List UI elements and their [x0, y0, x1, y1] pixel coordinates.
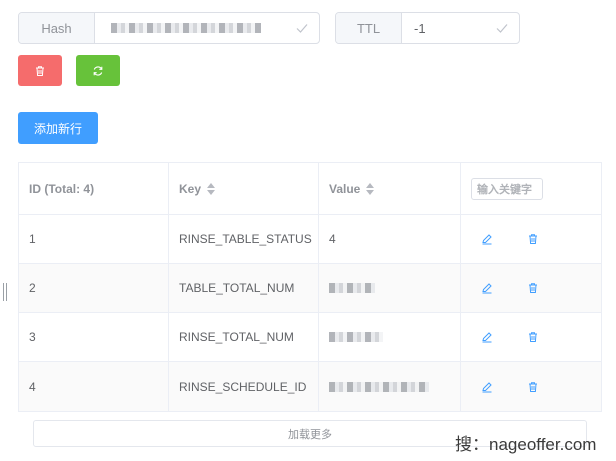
- value-redacted: [329, 381, 429, 392]
- table-row: 2 TABLE_TOTAL_NUM: [19, 264, 601, 313]
- watermark-text: 搜：nageoffer.com: [455, 435, 597, 454]
- hash-label: Hash: [19, 13, 95, 43]
- table-header-row: ID (Total: 4) Key Value 输入关键字: [19, 163, 601, 215]
- value-redacted: [329, 332, 383, 342]
- sort-icon[interactable]: [366, 182, 375, 195]
- row-key: RINSE_TABLE_STATUS: [169, 215, 319, 263]
- trash-icon[interactable]: [527, 282, 539, 294]
- row-id: 1: [19, 215, 169, 263]
- delete-key-button[interactable]: [18, 55, 62, 86]
- ttl-value: -1: [414, 20, 426, 36]
- row-key: RINSE_TOTAL_NUM: [169, 313, 319, 361]
- trash-icon[interactable]: [527, 381, 539, 393]
- hash-value-redacted: [111, 23, 261, 33]
- refresh-button[interactable]: [76, 55, 120, 86]
- add-row-button[interactable]: 添加新行: [18, 112, 98, 144]
- row-id: 3: [19, 313, 169, 361]
- check-icon: [496, 24, 508, 33]
- sort-icon[interactable]: [207, 182, 216, 195]
- header-key-label: Key: [179, 181, 202, 196]
- header-search: 输入关键字: [461, 163, 601, 214]
- row-actions: [461, 362, 601, 411]
- row-value: 4: [319, 215, 461, 263]
- row-actions: [461, 313, 601, 361]
- table-row: 4 RINSE_SCHEDULE_ID: [19, 362, 601, 411]
- header-id: ID (Total: 4): [19, 163, 169, 214]
- row-key: TABLE_TOTAL_NUM: [169, 264, 319, 312]
- header-value[interactable]: Value: [319, 163, 461, 214]
- check-icon: [296, 24, 308, 33]
- keyword-search-input[interactable]: 输入关键字: [471, 177, 543, 200]
- row-actions: [461, 215, 601, 263]
- trash-icon[interactable]: [527, 331, 539, 343]
- refresh-icon: [93, 65, 103, 76]
- edit-icon[interactable]: [481, 381, 493, 393]
- table-row: 1 RINSE_TABLE_STATUS 4: [19, 215, 601, 264]
- edit-icon[interactable]: [481, 282, 493, 294]
- hash-table: ID (Total: 4) Key Value 输入关键字 1 RINSE_TA…: [18, 162, 602, 412]
- row-key: RINSE_SCHEDULE_ID: [169, 362, 319, 411]
- hash-input[interactable]: [95, 13, 319, 43]
- edit-icon[interactable]: [481, 233, 493, 245]
- resize-handle[interactable]: [3, 283, 7, 301]
- row-actions: [461, 264, 601, 312]
- row-id: 4: [19, 362, 169, 411]
- row-id: 2: [19, 264, 169, 312]
- row-value: [319, 264, 461, 312]
- header-key[interactable]: Key: [169, 163, 319, 214]
- ttl-input-group: TTL -1: [335, 12, 520, 44]
- hash-input-group: Hash: [18, 12, 320, 44]
- row-value: [319, 313, 461, 361]
- header-value-label: Value: [329, 181, 361, 196]
- ttl-input[interactable]: -1: [402, 13, 519, 43]
- ttl-label: TTL: [336, 13, 402, 43]
- row-value: [319, 362, 461, 411]
- trash-icon: [36, 65, 44, 76]
- value-redacted: [329, 283, 375, 293]
- edit-icon[interactable]: [481, 331, 493, 343]
- trash-icon[interactable]: [527, 233, 539, 245]
- table-row: 3 RINSE_TOTAL_NUM: [19, 313, 601, 362]
